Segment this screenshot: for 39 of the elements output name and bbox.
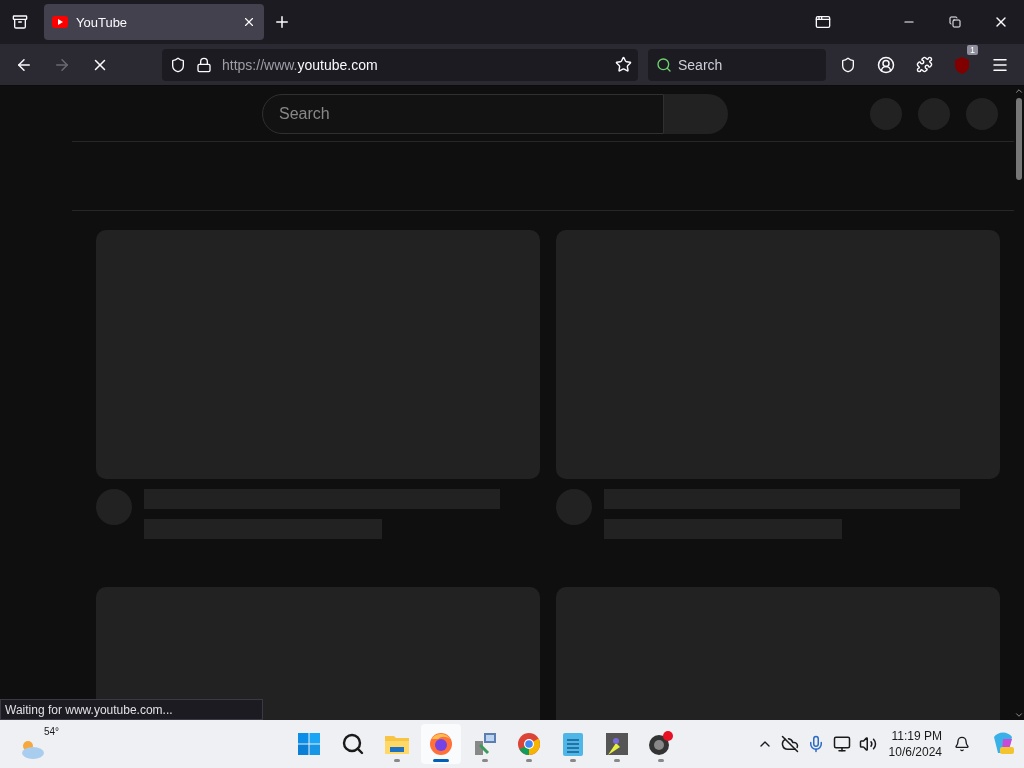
address-bar[interactable]: https://www.youtube.com — [162, 48, 638, 81]
extensions-icon[interactable] — [915, 56, 933, 73]
window-icon[interactable] — [815, 14, 831, 30]
account-icon[interactable] — [877, 55, 895, 74]
extension-badge: 1 — [967, 44, 978, 55]
scrollbar-thumb[interactable] — [1016, 98, 1022, 180]
search-icon[interactable] — [341, 732, 365, 756]
taskbar-app[interactable] — [421, 724, 461, 764]
bookmark-star-icon[interactable] — [615, 56, 632, 73]
tab-list-icon[interactable] — [12, 14, 28, 30]
browser-search-field[interactable]: Search — [648, 48, 826, 81]
browser-tab[interactable]: YouTube — [44, 4, 264, 40]
tab-title: YouTube — [76, 14, 129, 30]
app-icon[interactable] — [604, 731, 630, 757]
scroll-up-icon[interactable] — [1014, 86, 1024, 96]
close-tab-icon[interactable] — [242, 15, 256, 29]
search-field[interactable]: Search — [262, 93, 664, 134]
shield-icon — [170, 56, 186, 73]
computer-icon[interactable] — [472, 731, 498, 757]
volume-icon[interactable] — [858, 735, 877, 753]
chrome-icon[interactable] — [516, 731, 542, 757]
cloud-off-icon[interactable] — [780, 735, 799, 753]
monitor-icon[interactable] — [832, 735, 851, 753]
youtube-logo-icon — [52, 16, 68, 28]
firefox-icon[interactable] — [428, 731, 454, 757]
scroll-down-icon[interactable] — [1014, 710, 1024, 720]
lock-icon — [196, 56, 212, 73]
new-tab-icon[interactable] — [273, 13, 291, 31]
obs-icon[interactable] — [647, 730, 675, 758]
status-text: Waiting for www.youtube.com... — [0, 699, 263, 720]
windows-icon[interactable] — [297, 732, 321, 756]
pocket-icon[interactable] — [840, 56, 856, 73]
restore-icon[interactable] — [949, 16, 961, 28]
bell-icon[interactable] — [954, 736, 970, 752]
clock[interactable]: 11:19 PM 10/6/2024 — [888, 728, 942, 760]
notepad-icon[interactable] — [562, 731, 584, 757]
temperature-text: 54° — [44, 726, 60, 737]
search-icon — [656, 56, 672, 73]
folder-icon[interactable] — [384, 733, 410, 755]
